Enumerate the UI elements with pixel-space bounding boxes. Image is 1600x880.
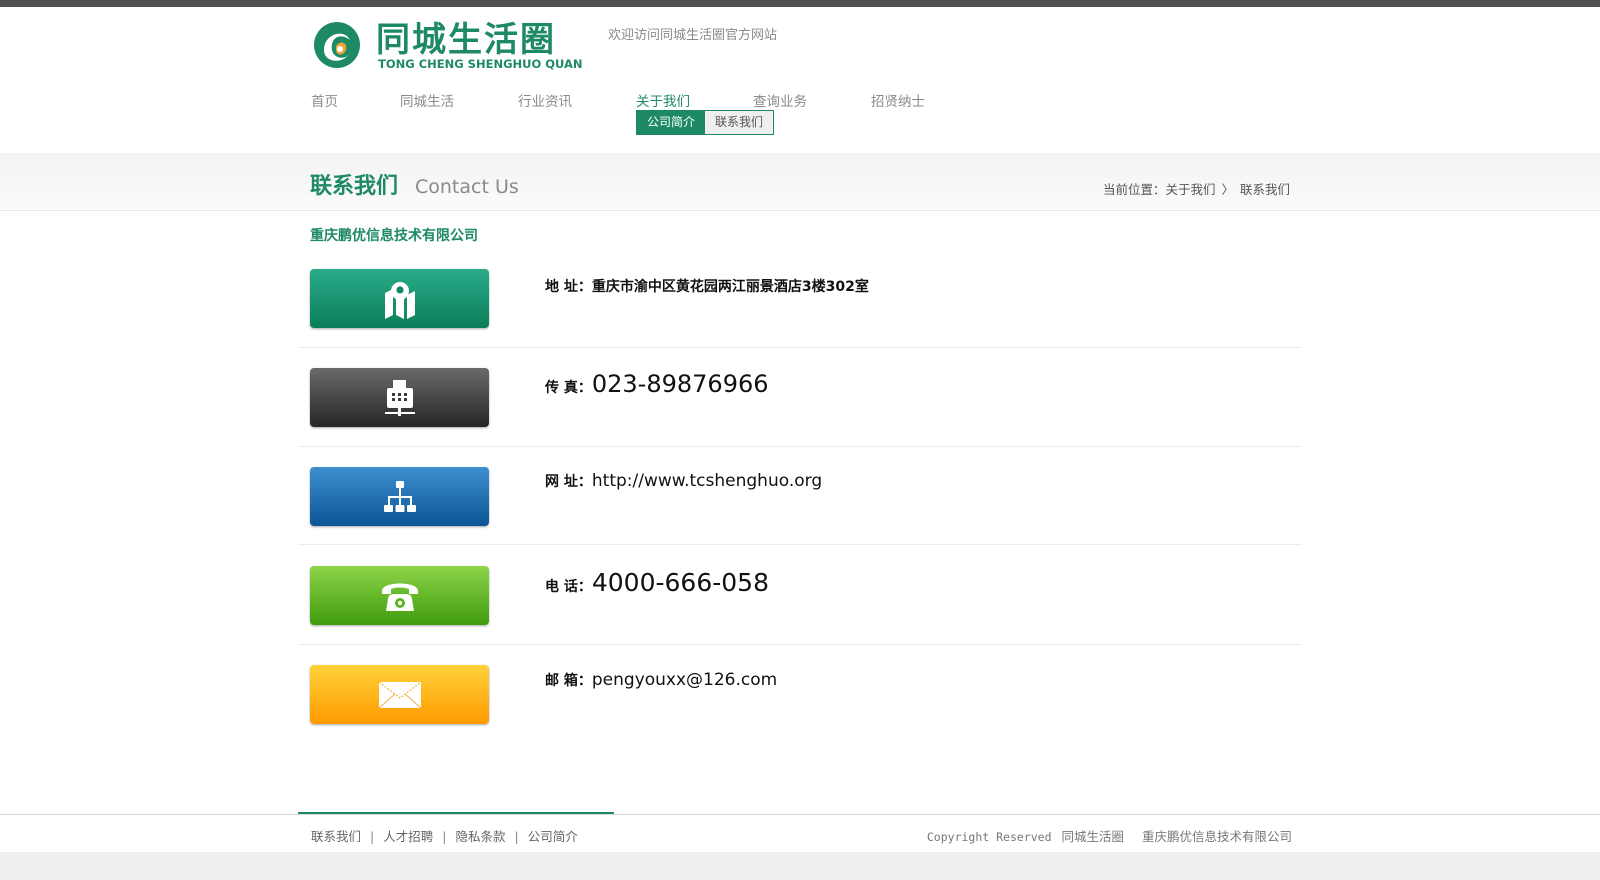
mail-icon-button	[310, 665, 489, 724]
fax-icon-button	[310, 368, 489, 427]
sitemap-icon	[383, 480, 416, 512]
title-band	[0, 153, 1600, 211]
email-link[interactable]: pengyouxx@126.com	[592, 670, 777, 690]
footer-separator: |	[442, 829, 447, 844]
breadcrumb: 当前位置：关于我们〉联系我们	[1103, 179, 1290, 198]
fax-value: 023-89876966	[591, 370, 769, 398]
chevron-right-icon: 〉	[1221, 182, 1234, 197]
mail-icon	[378, 681, 421, 708]
row-divider	[298, 644, 1302, 645]
phone-info: 电 话：4000-666-058	[545, 568, 769, 597]
email-info: 邮 箱：pengyouxx@126.com	[545, 670, 777, 690]
address-label: 地 址：	[545, 279, 592, 295]
row-divider	[298, 544, 1302, 545]
map-icon-button	[310, 269, 489, 328]
footer-accent-line	[298, 812, 614, 814]
site-logo[interactable]: 同城生活圈 TONG CHENG SHENGHUO QUAN	[310, 20, 600, 72]
fax-icon	[384, 379, 415, 416]
address-info: 地 址：重庆市渝中区黄花园两江丽景酒店3楼302室	[545, 276, 869, 296]
website-link[interactable]: http://www.tcshenghuo.org	[592, 471, 822, 491]
subnav-contact-us[interactable]: 联系我们	[705, 111, 774, 134]
footer-link-company-intro[interactable]: 公司简介	[528, 829, 578, 844]
footer-link-contact-us[interactable]: 联系我们	[311, 829, 361, 844]
phone-label: 电 话：	[545, 579, 592, 595]
row-divider	[298, 446, 1302, 447]
breadcrumb-contact-us[interactable]: 联系我们	[1240, 182, 1290, 197]
breadcrumb-about-us[interactable]: 关于我们	[1165, 182, 1215, 197]
fax-info: 传 真：023-89876966	[545, 370, 769, 398]
footer-link-careers[interactable]: 人才招聘	[383, 829, 433, 844]
fax-label: 传 真：	[545, 380, 592, 396]
page-title: 联系我们	[310, 174, 399, 199]
sitemap-icon-button	[310, 467, 489, 526]
nav-item-query[interactable]: 查询业务	[753, 90, 807, 110]
breadcrumb-prefix: 当前位置：	[1102, 182, 1166, 197]
nav-item-industry-news[interactable]: 行业资讯	[518, 90, 572, 110]
footer-separator: |	[370, 829, 375, 844]
welcome-text: 欢迎访问同城生活圈官方网站	[608, 28, 778, 43]
logo-mark-icon	[314, 22, 360, 68]
logo-text-en: TONG CHENG SHENGHUO QUAN	[378, 57, 583, 71]
footer-divider	[0, 814, 1600, 815]
subnav-company-intro[interactable]: 公司简介	[637, 111, 706, 134]
company-name: 重庆鹏优信息技术有限公司	[310, 228, 478, 244]
subnav: 公司简介 联系我们	[636, 110, 775, 135]
footer-separator: |	[514, 829, 519, 844]
copyright-text: Copyright Reserved	[926, 830, 1052, 844]
nav-item-home[interactable]: 首页	[311, 90, 338, 110]
email-label: 邮 箱：	[545, 673, 592, 689]
phone-icon	[381, 583, 418, 611]
row-divider	[298, 347, 1302, 348]
copyright-site: 同城生活圈	[1061, 829, 1124, 844]
map-icon	[384, 281, 415, 319]
copyright: Copyright Reserved 同城生活圈 重庆鹏优信息技术有限公司	[927, 826, 1292, 845]
footer-links: 联系我们 | 人才招聘 | 隐私条款 | 公司简介	[311, 826, 578, 845]
logo-text-cn: 同城生活圈	[376, 20, 556, 60]
phone-value: 4000-666-058	[591, 568, 769, 597]
phone-icon-button	[310, 566, 489, 625]
nav-item-local-life[interactable]: 同城生活	[400, 90, 454, 110]
nav-item-about-us[interactable]: 关于我们	[636, 90, 690, 110]
website-label: 网 址：	[545, 474, 592, 490]
bottom-band	[0, 852, 1600, 880]
page-subtitle: Contact Us	[415, 176, 519, 198]
top-bar	[0, 0, 1600, 7]
copyright-company: 重庆鹏优信息技术有限公司	[1141, 829, 1292, 844]
website-info: 网 址：http://www.tcshenghuo.org	[545, 471, 822, 491]
footer-link-privacy[interactable]: 隐私条款	[455, 829, 505, 844]
address-value: 重庆市渝中区黄花园两江丽景酒店3楼302室	[591, 279, 869, 295]
nav-item-recruit[interactable]: 招贤纳士	[871, 90, 925, 110]
